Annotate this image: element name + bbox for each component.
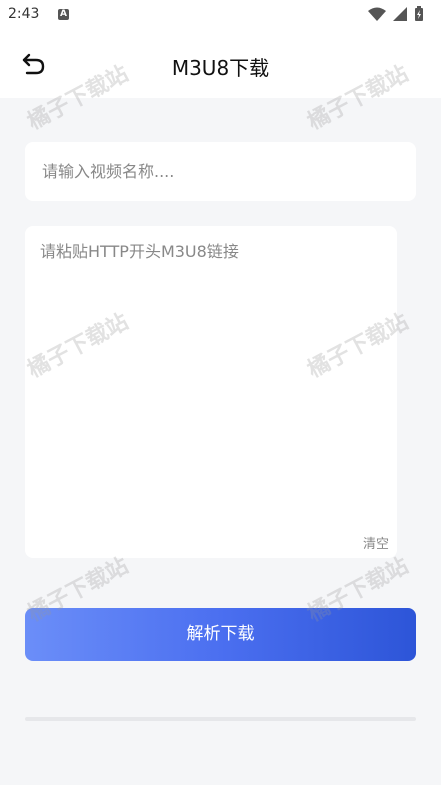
- page-title: M3U8下载: [171, 56, 270, 80]
- wifi-icon: [368, 7, 386, 21]
- clear-button[interactable]: 清空: [363, 533, 389, 552]
- notification-icon: A: [58, 9, 69, 20]
- url-area: 清空: [25, 226, 397, 558]
- signal-icon: [393, 7, 407, 21]
- app-bar: M3U8下载: [0, 30, 441, 98]
- status-bar: 2:43 A: [0, 0, 441, 30]
- video-name-field: [25, 142, 416, 201]
- status-time: 2:43: [8, 6, 40, 22]
- download-progress-bar: [25, 717, 416, 721]
- battery-icon: [415, 6, 423, 21]
- parse-download-button[interactable]: 解析下载: [25, 608, 416, 661]
- video-name-input[interactable]: [25, 142, 402, 201]
- m3u8-url-textarea[interactable]: [25, 226, 380, 528]
- status-icons: [367, 6, 433, 22]
